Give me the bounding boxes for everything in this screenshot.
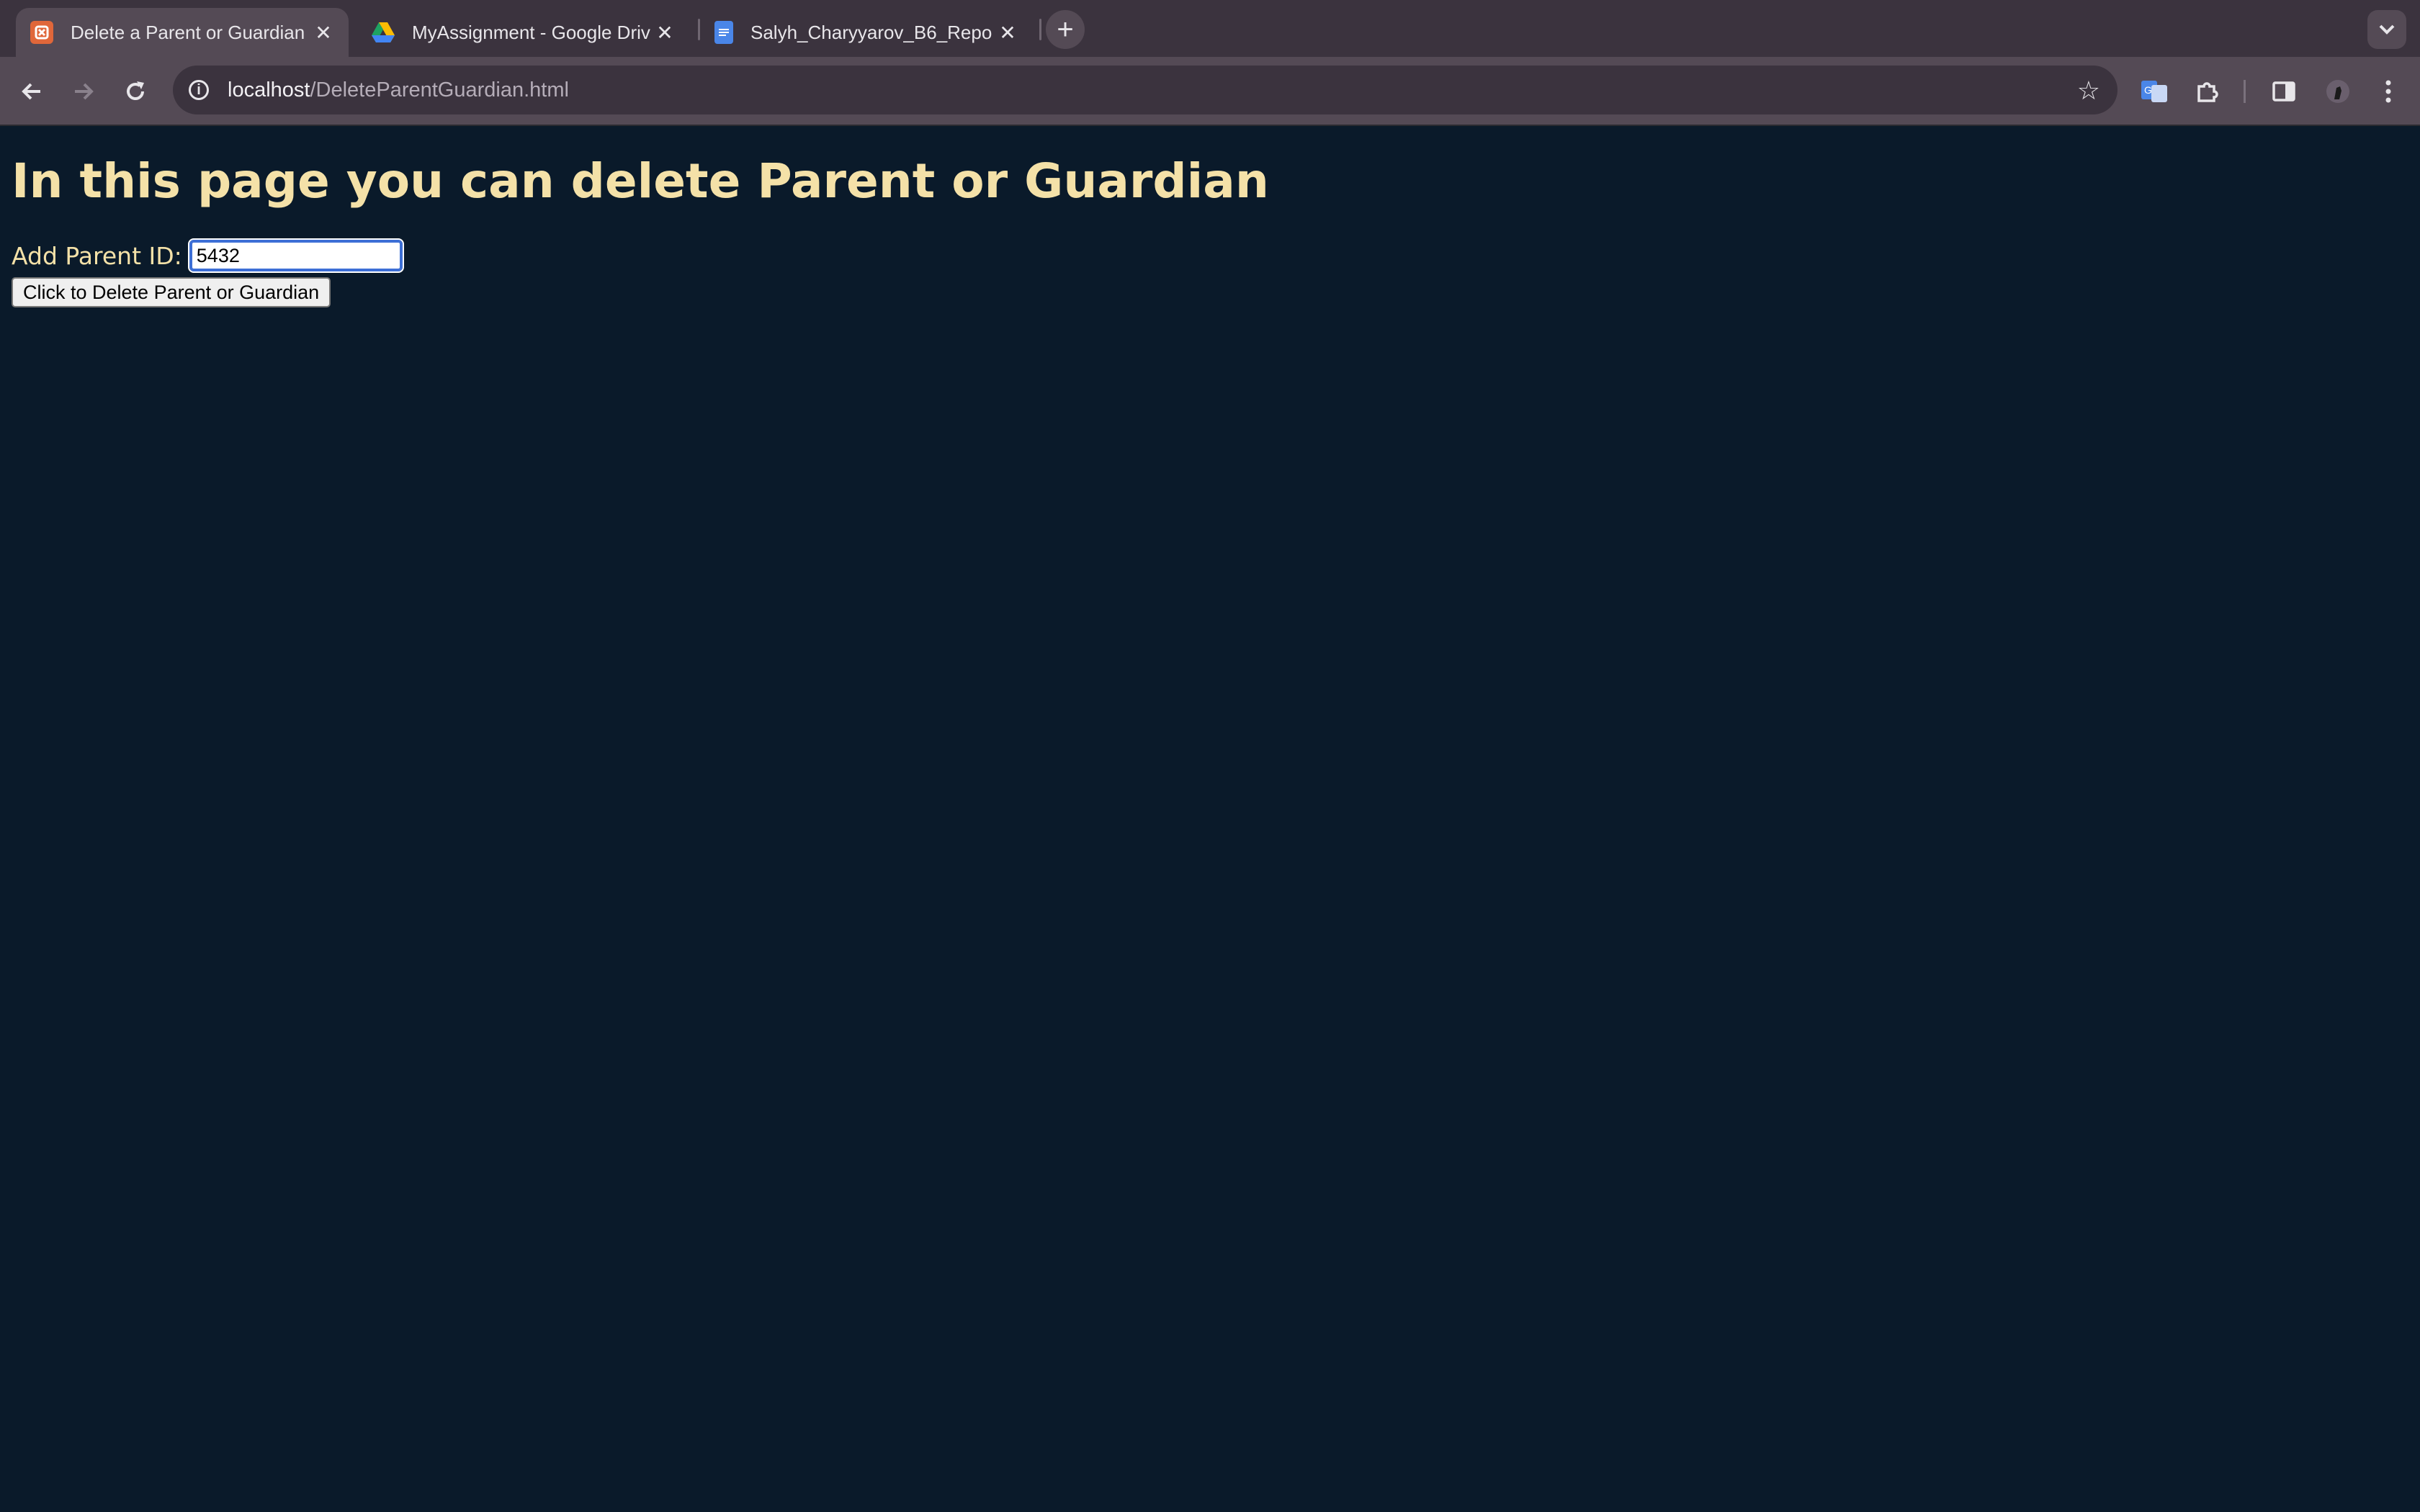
google-translate-icon[interactable]: G — [2136, 73, 2174, 110]
reload-button[interactable] — [117, 73, 154, 110]
browser-toolbar: i localhost/DeleteParentGuardian.html ☆ … — [0, 57, 2420, 126]
xampp-icon — [30, 21, 53, 44]
parent-id-label: Add Parent ID: — [12, 241, 182, 270]
close-tab-icon[interactable]: ✕ — [997, 21, 1018, 45]
delete-parent-button[interactable]: Click to Delete Parent or Guardian — [12, 277, 331, 307]
tab-title: Salyh_Charyyarov_B6_Repo — [750, 21, 992, 43]
parent-id-input[interactable] — [187, 238, 404, 273]
tab-title: Delete a Parent or Guardian — [71, 21, 305, 43]
tab-separator — [1039, 19, 1041, 40]
svg-text:G: G — [2144, 84, 2152, 96]
google-drive-icon — [372, 21, 395, 44]
profile-avatar-icon[interactable] — [2319, 73, 2357, 110]
page-heading: In this page you can delete Parent or Gu… — [12, 153, 1269, 209]
url-text: localhost/DeleteParentGuardian.html — [228, 78, 569, 102]
extensions-puzzle-icon[interactable] — [2188, 73, 2226, 110]
back-button[interactable] — [13, 73, 50, 110]
tab-title: MyAssignment - Google Driv — [412, 21, 650, 43]
close-tab-icon[interactable]: ✕ — [654, 21, 676, 45]
forward-button[interactable] — [65, 73, 102, 110]
tab-google-docs[interactable]: Salyh_Charyyarov_B6_Repo ✕ — [700, 8, 1033, 57]
reload-icon — [127, 81, 144, 100]
tab-delete-parent[interactable]: Delete a Parent or Guardian ✕ — [16, 8, 349, 57]
forward-arrow-icon — [75, 83, 94, 100]
site-info-icon[interactable]: i — [189, 80, 209, 100]
page-content: In this page you can delete Parent or Gu… — [0, 126, 2420, 1512]
bookmark-star-icon[interactable]: ☆ — [2077, 76, 2100, 106]
chevron-down-icon — [2379, 24, 2395, 35]
toolbar-separator — [2244, 80, 2246, 103]
tab-google-drive[interactable]: MyAssignment - Google Driv ✕ — [357, 8, 690, 57]
tab-search-button[interactable] — [2367, 10, 2406, 49]
google-docs-icon — [714, 21, 733, 44]
address-bar[interactable]: i localhost/DeleteParentGuardian.html ☆ — [173, 66, 2118, 114]
back-arrow-icon — [22, 83, 40, 100]
menu-kebab-icon[interactable] — [2370, 73, 2407, 110]
tab-strip: Delete a Parent or Guardian ✕ MyAssignme… — [0, 0, 2420, 57]
close-tab-icon[interactable]: ✕ — [313, 21, 334, 45]
side-panel-icon[interactable] — [2265, 73, 2303, 110]
new-tab-button[interactable]: + — [1046, 10, 1085, 49]
parent-id-row: Add Parent ID: — [12, 238, 404, 273]
